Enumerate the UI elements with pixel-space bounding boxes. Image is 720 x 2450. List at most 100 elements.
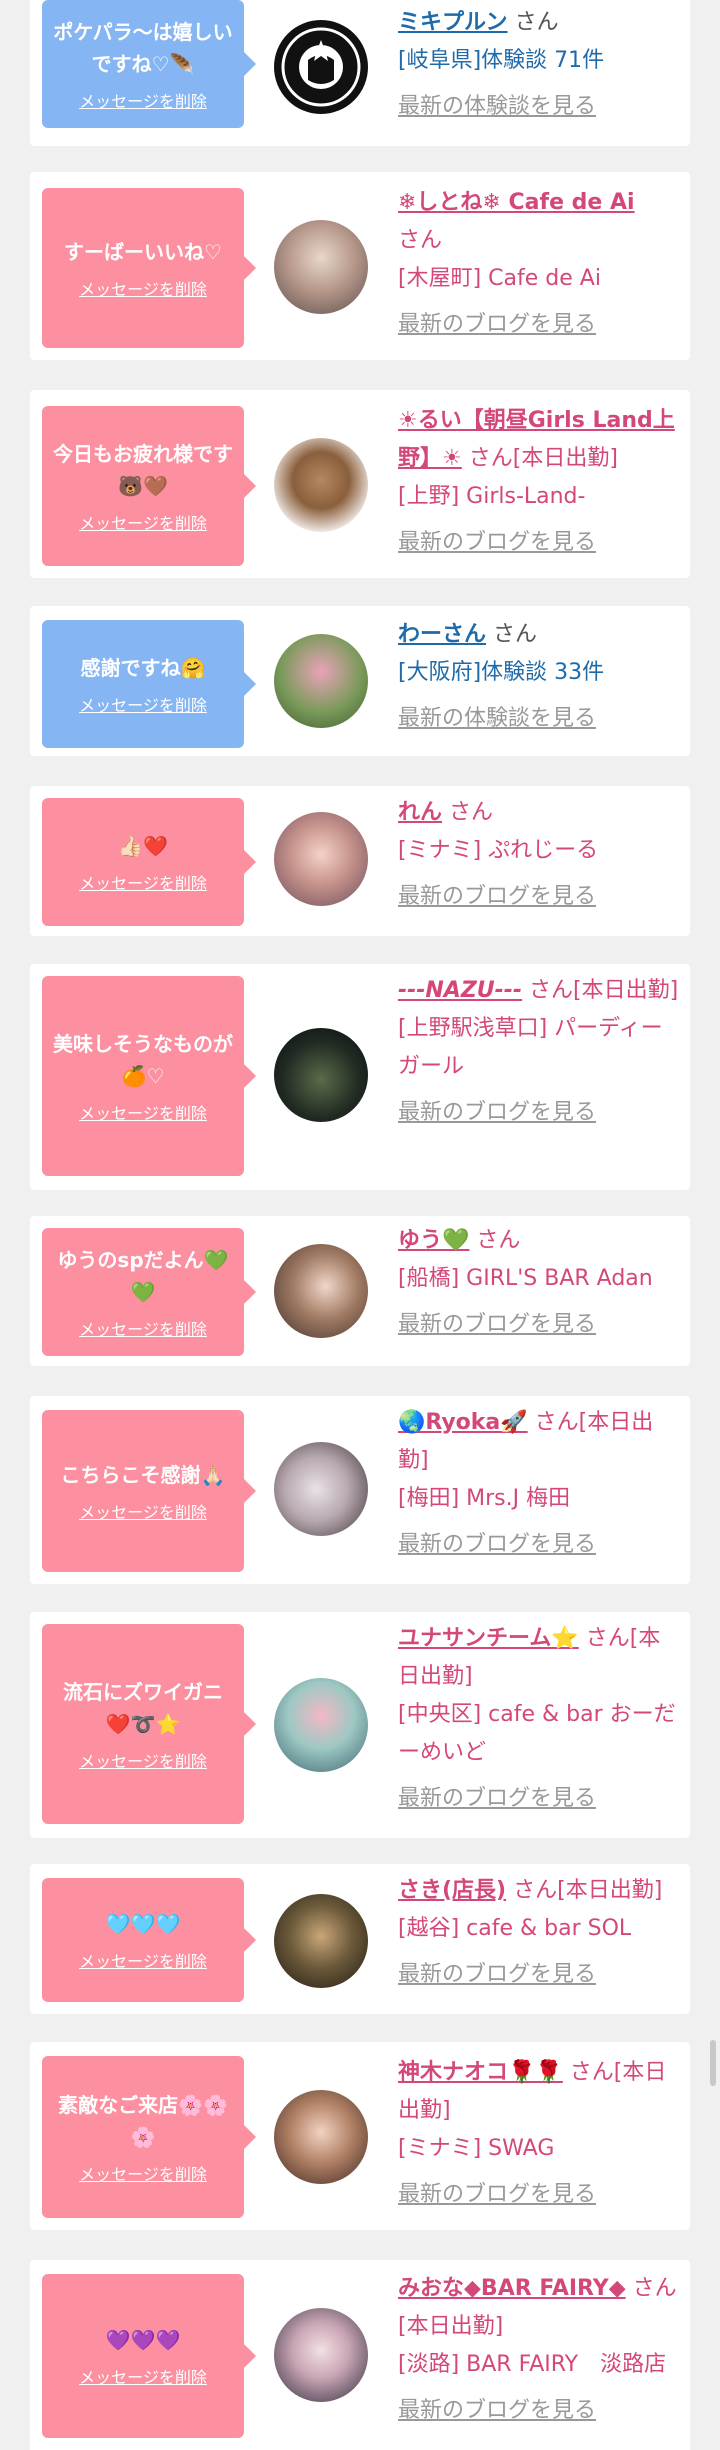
message-card: 💜💜💜 メッセージを削除 みおな◆BAR FAIRY◆ さん[本日出勤] [淡路… bbox=[30, 2260, 690, 2450]
message-card: ポケパラ〜は嬉しいですね♡🪶 メッセージを削除 ミキプルン さん [岐阜県]体験… bbox=[30, 0, 690, 146]
user-name-link[interactable]: ❄しとね❄ Cafe de Ai bbox=[398, 190, 635, 215]
message-bubble: 素敵なご来店🌸🌸🌸 メッセージを削除 bbox=[42, 2056, 256, 2218]
latest-post-link[interactable]: 最新のブログを見る bbox=[398, 878, 680, 916]
message-text: ゆうのspだよん💚💚 bbox=[57, 1248, 229, 1304]
user-suffix: さん bbox=[514, 10, 559, 35]
avatar[interactable] bbox=[274, 1678, 368, 1772]
message-text: 素敵なご来店🌸🌸🌸 bbox=[58, 2093, 228, 2149]
delete-message-link[interactable]: メッセージを削除 bbox=[79, 92, 207, 112]
user-suffix: さん bbox=[476, 1228, 521, 1253]
message-bubble: 感謝ですね🤗 メッセージを削除 bbox=[42, 620, 256, 748]
message-bubble: すーばーいいね♡ メッセージを削除 bbox=[42, 188, 256, 348]
delete-message-link[interactable]: メッセージを削除 bbox=[79, 1320, 207, 1340]
latest-post-link[interactable]: 最新のブログを見る bbox=[398, 2176, 680, 2214]
delete-message-link[interactable]: メッセージを削除 bbox=[79, 2165, 207, 2185]
avatar[interactable] bbox=[274, 1244, 368, 1338]
user-info: ゆう💚 さん [船橋] GIRL'S BAR Adan 最新のブログを見る bbox=[398, 1222, 680, 1344]
shop-text: [ミナミ] SWAG bbox=[398, 2136, 555, 2161]
message-text: 💜💜💜 bbox=[105, 2328, 181, 2352]
latest-post-link[interactable]: 最新のブログを見る bbox=[398, 1094, 680, 1132]
message-card: 感謝ですね🤗 メッセージを削除 わーさん さん [大阪府]体験談 33件 最新の… bbox=[30, 606, 690, 756]
user-name-link[interactable]: ミキプルン bbox=[398, 10, 508, 35]
user-name-link[interactable]: 🌏Ryoka🚀 bbox=[398, 1410, 528, 1435]
user-info: わーさん さん [大阪府]体験談 33件 最新の体験談を見る bbox=[398, 616, 680, 738]
avatar[interactable] bbox=[274, 20, 368, 114]
delete-message-link[interactable]: メッセージを削除 bbox=[79, 280, 207, 300]
user-name-link[interactable]: れん bbox=[398, 800, 442, 825]
latest-post-link[interactable]: 最新のブログを見る bbox=[398, 1306, 680, 1344]
message-bubble: 🩵🩵🩵 メッセージを削除 bbox=[42, 1878, 256, 2002]
message-text: 🩵🩵🩵 bbox=[105, 1912, 181, 1936]
user-info: れん さん [ミナミ] ぷれじーる 最新のブログを見る bbox=[398, 794, 680, 916]
shop-text: [中央区] cafe & bar おーだーめいど bbox=[398, 1702, 676, 1765]
message-card: すーばーいいね♡ メッセージを削除 ❄しとね❄ Cafe de Ai さん [木… bbox=[30, 172, 690, 360]
latest-post-link[interactable]: 最新のブログを見る bbox=[398, 524, 680, 562]
delete-message-link[interactable]: メッセージを削除 bbox=[79, 874, 207, 894]
user-info: ミキプルン さん [岐阜県]体験談 71件 最新の体験談を見る bbox=[398, 4, 680, 126]
delete-message-link[interactable]: メッセージを削除 bbox=[79, 696, 207, 716]
message-card: 👍🏻❤️ メッセージを削除 れん さん [ミナミ] ぷれじーる 最新のブログを見… bbox=[30, 786, 690, 936]
latest-post-link[interactable]: 最新の体験談を見る bbox=[398, 88, 680, 126]
avatar[interactable] bbox=[274, 1894, 368, 1988]
latest-post-link[interactable]: 最新のブログを見る bbox=[398, 1526, 680, 1564]
shop-text: [ミナミ] ぷれじーる bbox=[398, 838, 599, 863]
delete-message-link[interactable]: メッセージを削除 bbox=[79, 1503, 207, 1523]
delete-message-link[interactable]: メッセージを削除 bbox=[79, 1104, 207, 1124]
delete-message-link[interactable]: メッセージを削除 bbox=[79, 1752, 207, 1772]
avatar[interactable] bbox=[274, 1028, 368, 1122]
delete-message-link[interactable]: メッセージを削除 bbox=[79, 514, 207, 534]
user-suffix: さん[本日出勤] bbox=[468, 446, 618, 471]
shop-text: [越谷] cafe & bar SOL bbox=[398, 1916, 632, 1941]
avatar[interactable] bbox=[274, 438, 368, 532]
user-info: ☀るい【朝昼Girls Land上野】☀ さん[本日出勤] [上野] Girls… bbox=[398, 402, 680, 562]
latest-post-link[interactable]: 最新の体験談を見る bbox=[398, 700, 680, 738]
message-card: ゆうのspだよん💚💚 メッセージを削除 ゆう💚 さん [船橋] GIRL'S B… bbox=[30, 1216, 690, 1366]
shop-text: [船橋] GIRL'S BAR Adan bbox=[398, 1266, 653, 1291]
user-info: 🌏Ryoka🚀 さん[本日出勤] [梅田] Mrs.J 梅田 最新のブログを見る bbox=[398, 1404, 680, 1564]
message-bubble: 美味しそうなものが🍊♡ メッセージを削除 bbox=[42, 976, 256, 1176]
user-name-link[interactable]: 神木ナオコ🌹🌹 bbox=[398, 2060, 563, 2085]
user-suffix: さん[本日出勤] bbox=[513, 1878, 663, 1903]
user-name-link[interactable]: みおな◆BAR FAIRY◆ bbox=[398, 2276, 626, 2301]
avatar[interactable] bbox=[274, 2308, 368, 2402]
avatar[interactable] bbox=[274, 220, 368, 314]
message-text: すーばーいいね♡ bbox=[64, 240, 222, 264]
scrollbar-thumb[interactable] bbox=[710, 2040, 716, 2086]
latest-post-link[interactable]: 最新のブログを見る bbox=[398, 306, 680, 344]
shop-text: [梅田] Mrs.J 梅田 bbox=[398, 1486, 571, 1511]
avatar[interactable] bbox=[274, 812, 368, 906]
message-text: こちらこそ感謝🙏🏻 bbox=[60, 1463, 226, 1487]
user-info: ユナサンチーム⭐ さん[本日出勤] [中央区] cafe & bar おーだーめ… bbox=[398, 1620, 680, 1818]
delete-message-link[interactable]: メッセージを削除 bbox=[79, 2368, 207, 2388]
user-name-link[interactable]: わーさん bbox=[398, 622, 486, 647]
message-text: ポケパラ〜は嬉しいですね♡🪶 bbox=[53, 20, 233, 76]
latest-post-link[interactable]: 最新のブログを見る bbox=[398, 1956, 680, 1994]
avatar[interactable] bbox=[274, 1442, 368, 1536]
user-name-link[interactable]: ユナサンチーム⭐ bbox=[398, 1626, 579, 1651]
message-bubble: ポケパラ〜は嬉しいですね♡🪶 メッセージを削除 bbox=[42, 0, 256, 128]
latest-post-link[interactable]: 最新のブログを見る bbox=[398, 1780, 680, 1818]
message-bubble: 今日もお疲れ様です🐻🤎 メッセージを削除 bbox=[42, 406, 256, 566]
user-suffix: さん bbox=[398, 228, 443, 253]
user-info: 神木ナオコ🌹🌹 さん[本日出勤] [ミナミ] SWAG 最新のブログを見る bbox=[398, 2054, 680, 2214]
shop-text: [上野駅浅草口] パーディーガール bbox=[398, 1016, 663, 1079]
shop-text: [淡路] BAR FAIRY 淡路店 bbox=[398, 2352, 667, 2377]
shop-text: [大阪府]体験談 33件 bbox=[398, 660, 605, 685]
message-card: 流石にズワイガニ❤️➰⭐ メッセージを削除 ユナサンチーム⭐ さん[本日出勤] … bbox=[30, 1612, 690, 1838]
delete-message-link[interactable]: メッセージを削除 bbox=[79, 1952, 207, 1972]
user-name-link[interactable]: ---NAZU--- bbox=[398, 978, 522, 1003]
message-card: 美味しそうなものが🍊♡ メッセージを削除 ---NAZU--- さん[本日出勤]… bbox=[30, 964, 690, 1190]
message-bubble: 👍🏻❤️ メッセージを削除 bbox=[42, 798, 256, 926]
user-name-link[interactable]: さき(店長) bbox=[398, 1878, 506, 1903]
starbucks-logo-icon bbox=[275, 21, 367, 113]
latest-post-link[interactable]: 最新のブログを見る bbox=[398, 2392, 680, 2430]
avatar[interactable] bbox=[274, 2090, 368, 2184]
message-card: 今日もお疲れ様です🐻🤎 メッセージを削除 ☀るい【朝昼Girls Land上野】… bbox=[30, 390, 690, 578]
message-bubble: ゆうのspだよん💚💚 メッセージを削除 bbox=[42, 1228, 256, 1356]
user-suffix: さん bbox=[493, 622, 538, 647]
user-name-link[interactable]: ゆう💚 bbox=[398, 1228, 469, 1253]
shop-text: [木屋町] Cafe de Ai bbox=[398, 266, 601, 291]
message-bubble: 💜💜💜 メッセージを削除 bbox=[42, 2274, 256, 2438]
avatar[interactable] bbox=[274, 634, 368, 728]
user-info: ---NAZU--- さん[本日出勤] [上野駅浅草口] パーディーガール 最新… bbox=[398, 972, 680, 1132]
